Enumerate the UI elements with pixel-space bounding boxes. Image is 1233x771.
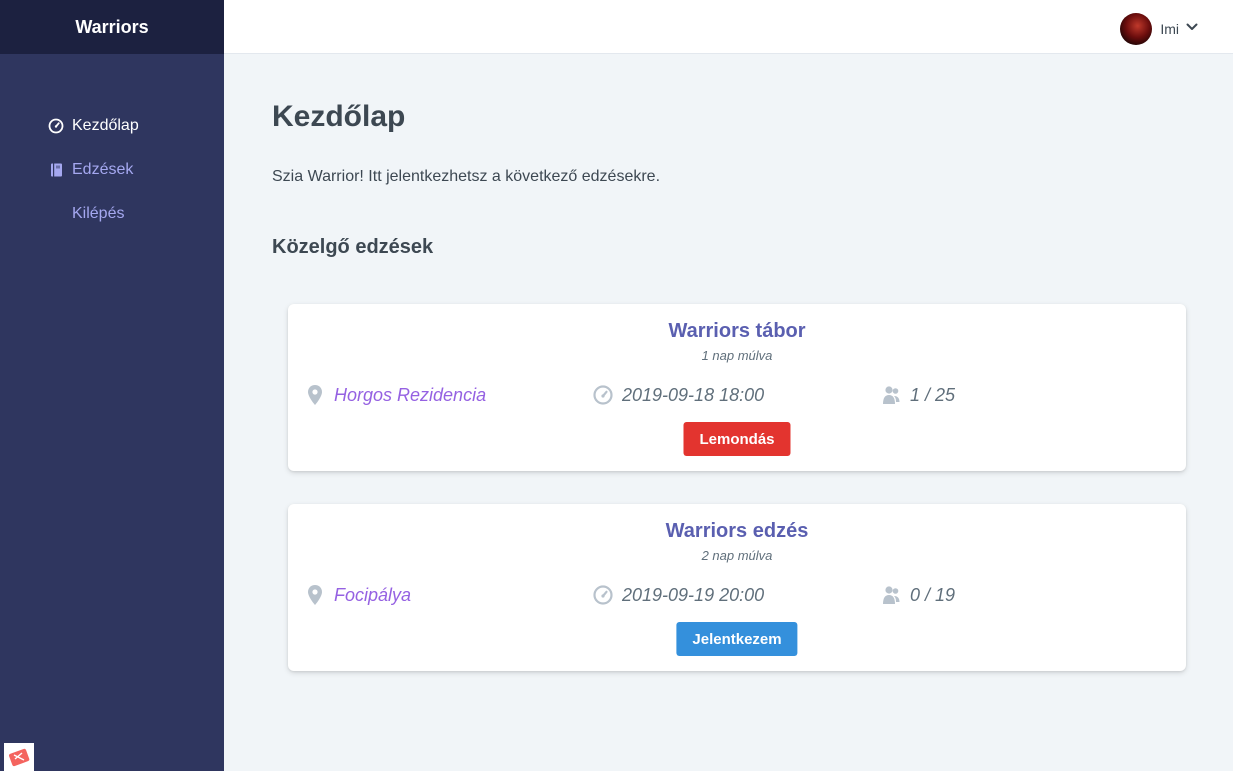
map-pin-icon [304, 384, 326, 406]
top-bar: Imi [224, 0, 1233, 54]
brand-title[interactable]: Warriors [0, 0, 224, 54]
location-text[interactable]: Focipálya [334, 585, 411, 606]
training-location: Focipálya [304, 584, 411, 606]
sidebar-item-label: Edzések [72, 161, 134, 178]
participants-text: 1 / 25 [910, 384, 956, 405]
training-participants: 1 / 25 [880, 384, 955, 406]
training-card: Warriors edzés 2 nap múlva Focipálya 201… [288, 504, 1186, 671]
training-datetime: 2019-09-18 18:00 [592, 384, 764, 406]
cancel-button[interactable]: Lemondás [683, 422, 791, 456]
clock-icon [592, 584, 614, 606]
sidebar-nav: Kezdőlap Edzések Kilépés [0, 54, 224, 242]
location-text[interactable]: Horgos Rezidencia [334, 385, 486, 406]
chevron-down-icon[interactable] [1185, 20, 1199, 39]
users-icon [880, 584, 902, 606]
app-logo-icon [4, 743, 34, 771]
datetime-text: 2019-09-18 18:00 [622, 384, 765, 405]
sidebar-item-label: Kezdőlap [72, 117, 139, 134]
page-title: Kezdőlap [272, 100, 406, 133]
participants-text: 0 / 19 [910, 584, 956, 605]
user-menu[interactable]: Imi [1120, 13, 1199, 45]
training-participants: 0 / 19 [880, 584, 955, 606]
map-pin-icon [304, 584, 326, 606]
training-relative-time: 2 nap múlva [701, 548, 773, 563]
user-name[interactable]: Imi [1160, 21, 1179, 37]
training-title: Warriors edzés [665, 520, 809, 542]
sidebar-item-label: Kilépés [72, 205, 125, 222]
training-relative-time: 1 nap múlva [701, 348, 773, 363]
avatar[interactable] [1120, 13, 1153, 45]
book-icon [48, 162, 64, 178]
join-button[interactable]: Jelentkezem [676, 622, 798, 656]
section-title: Közelgő edzések [272, 236, 434, 258]
clock-icon [592, 384, 614, 406]
training-location: Horgos Rezidencia [304, 384, 486, 406]
sidebar-item-kilepes[interactable]: Kilépés [0, 186, 224, 242]
dashboard-icon [48, 118, 64, 134]
intro-text: Szia Warrior! Itt jelentkezhetsz a követ… [272, 168, 661, 185]
datetime-text: 2019-09-19 20:00 [622, 584, 765, 605]
training-datetime: 2019-09-19 20:00 [592, 584, 764, 606]
sidebar: Warriors Kezdőlap Edzések Kilépés [0, 0, 224, 771]
training-title: Warriors tábor [668, 320, 806, 342]
training-card: Warriors tábor 1 nap múlva Horgos Rezide… [288, 304, 1186, 471]
users-icon [880, 384, 902, 406]
